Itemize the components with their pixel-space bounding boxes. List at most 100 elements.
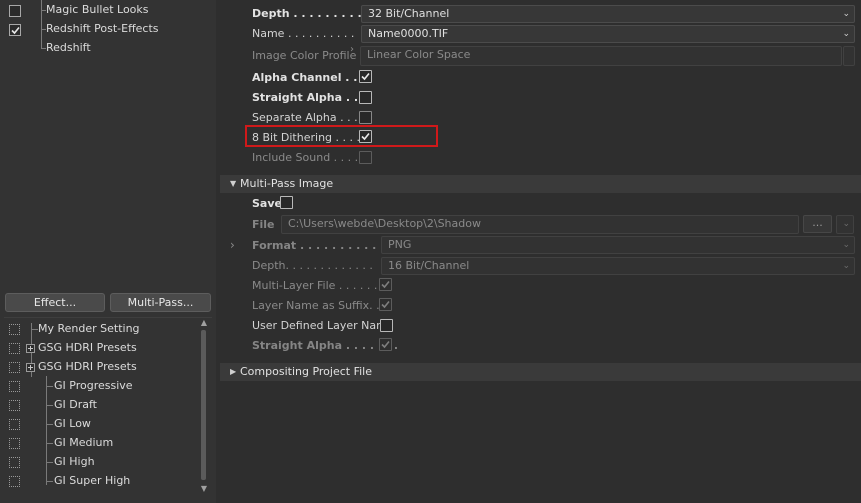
color-profile-extra[interactable] <box>843 46 855 66</box>
file-options-dropdown[interactable]: ⌄ <box>836 215 854 234</box>
render-setting-marker-icon <box>9 324 20 335</box>
render-setting-label: GSG HDRI Presets <box>38 360 137 373</box>
render-setting-item[interactable]: GI Super High <box>4 472 200 491</box>
render-setting-marker-icon <box>9 400 20 411</box>
render-setting-label: GI Low <box>54 417 91 430</box>
collapse-icon[interactable] <box>26 363 35 372</box>
render-setting-marker-icon <box>9 362 20 373</box>
multipass-button[interactable]: Multi-Pass... <box>110 293 211 312</box>
check-icon <box>11 26 20 35</box>
chevron-right-icon: › <box>350 44 354 55</box>
multipass-save-label: Save <box>252 197 282 210</box>
chevron-down-icon: ⌄ <box>842 240 850 250</box>
render-setting-marker-icon <box>9 343 20 354</box>
render-setting-label: GI Medium <box>54 436 114 449</box>
render-setting-label: GI Progressive <box>54 379 133 392</box>
post-effect-label: Magic Bullet Looks <box>46 3 149 16</box>
render-setting-label: GI Super High <box>54 474 131 487</box>
name-value: Name0000.TIF <box>368 27 449 40</box>
scroll-down-icon[interactable]: ▼ <box>199 484 209 493</box>
render-setting-item[interactable]: GSG HDRI Presets <box>4 358 200 377</box>
render-setting-label: GI High <box>54 455 95 468</box>
chevron-down-icon: ⌄ <box>842 261 850 271</box>
render-setting-marker-icon <box>9 476 20 487</box>
multilayer-checkbox[interactable] <box>379 278 392 291</box>
alpha-channel-label: Alpha Channel . . . <box>252 71 366 84</box>
render-setting-label: GI Draft <box>54 398 97 411</box>
scrollbar-thumb[interactable] <box>201 330 206 480</box>
multipass-depth-label: Depth. . . . . . . . . . . . . <box>252 259 373 272</box>
tree-scrollbar[interactable]: ▲ ▼ <box>199 318 209 496</box>
multipass-save-checkbox[interactable] <box>280 196 293 209</box>
layer-name-suffix-checkbox[interactable] <box>379 298 392 311</box>
chevron-down-icon: ⌄ <box>842 9 850 19</box>
depth-value: 32 Bit/Channel <box>368 7 450 20</box>
render-setting-marker-icon <box>9 438 20 449</box>
include-sound-label: Include Sound . . . . <box>252 151 359 164</box>
multipass-straight-alpha-label: Straight Alpha . . . . . . . <box>252 339 399 352</box>
check-icon <box>381 340 390 349</box>
render-setting-item[interactable]: My Render Setting <box>4 320 200 339</box>
compositing-section-title: Compositing Project File <box>240 365 372 378</box>
render-setting-item[interactable]: GI Low <box>4 415 200 434</box>
render-setting-label: GSG HDRI Presets <box>38 341 137 354</box>
render-setting-marker-icon <box>9 381 20 392</box>
render-setting-item[interactable]: GSG HDRI Presets <box>4 339 200 358</box>
render-settings-tree: My Render Setting GSG HDRI Presets GSG H… <box>4 317 212 503</box>
render-setting-marker-icon <box>9 457 20 468</box>
include-sound-checkbox[interactable] <box>359 151 372 164</box>
compositing-section-header[interactable]: ▶ Compositing Project File <box>220 363 861 381</box>
multipass-format-value: PNG <box>388 238 412 251</box>
scroll-up-icon[interactable]: ▲ <box>199 318 209 327</box>
user-defined-layer-label: User Defined Layer Name <box>252 319 394 332</box>
name-label: Name . . . . . . . . . . <box>252 27 355 40</box>
color-profile-value: Linear Color Space <box>367 48 471 61</box>
render-setting-item[interactable]: GI Draft <box>4 396 200 415</box>
multipass-section-title: Multi-Pass Image <box>240 177 334 190</box>
color-profile-dropdown[interactable]: Linear Color Space ⌄ <box>360 46 842 66</box>
file-browse-button[interactable]: ... <box>803 215 832 233</box>
post-effect-label: Redshift Post-Effects <box>46 22 159 35</box>
post-effect-item-magic-bullet[interactable]: Magic Bullet Looks <box>4 1 214 20</box>
chevron-down-icon: ⌄ <box>842 219 850 229</box>
render-setting-item[interactable]: GI Progressive <box>4 377 200 396</box>
render-setting-marker-icon <box>9 419 20 430</box>
expand-icon[interactable] <box>26 344 35 353</box>
post-effect-checkbox[interactable] <box>9 5 21 17</box>
multilayer-label: Multi-Layer File . . . . . . <box>252 279 378 292</box>
render-setting-label: My Render Setting <box>38 322 140 335</box>
triangle-down-icon: ▼ <box>230 179 237 188</box>
render-setting-item[interactable]: GI Medium <box>4 434 200 453</box>
multipass-depth-dropdown[interactable]: 16 Bit/Channel ⌄ <box>381 257 855 275</box>
post-effect-item-redshift[interactable]: Redshift <box>4 39 214 58</box>
separate-alpha-label: Separate Alpha . . . <box>252 111 358 124</box>
post-effect-item-redshift-post[interactable]: Redshift Post-Effects <box>4 20 214 39</box>
separate-alpha-checkbox[interactable] <box>359 111 372 124</box>
multipass-file-value: C:\Users\webde\Desktop\2\Shadow <box>288 217 481 230</box>
name-dropdown[interactable]: Name0000.TIF ⌄ <box>361 25 855 43</box>
multipass-format-label: Format . . . . . . . . . . . <box>252 239 385 252</box>
multipass-section-header[interactable]: ▼ Multi-Pass Image <box>220 175 861 193</box>
alpha-channel-checkbox[interactable] <box>359 70 372 83</box>
straight-alpha-checkbox[interactable] <box>359 91 372 104</box>
post-effect-label: Redshift <box>46 41 91 54</box>
layer-name-suffix-label: Layer Name as Suffix. . . <box>252 299 387 312</box>
chevron-down-icon: ⌄ <box>842 29 850 39</box>
multipass-straight-alpha-checkbox[interactable] <box>379 338 392 351</box>
triangle-right-icon: ▶ <box>230 367 237 376</box>
depth-dropdown[interactable]: 32 Bit/Channel ⌄ <box>361 5 855 23</box>
user-defined-layer-checkbox[interactable] <box>380 319 393 332</box>
color-profile-label: Image Color Profile <box>252 49 357 62</box>
chevron-right-icon[interactable]: › <box>230 238 235 252</box>
multipass-format-dropdown[interactable]: PNG ⌄ <box>381 236 855 254</box>
highlight-box <box>245 125 438 147</box>
effect-button[interactable]: Effect... <box>5 293 105 312</box>
render-setting-item[interactable]: GI High <box>4 453 200 472</box>
multipass-depth-value: 16 Bit/Channel <box>388 259 470 272</box>
depth-label: Depth . . . . . . . . . <box>252 7 362 20</box>
post-effects-list: Magic Bullet Looks Redshift Post-Effects… <box>4 0 216 288</box>
check-icon <box>381 300 390 309</box>
check-icon <box>381 280 390 289</box>
multipass-file-input[interactable]: C:\Users\webde\Desktop\2\Shadow <box>281 215 799 234</box>
post-effect-checkbox[interactable] <box>9 24 21 36</box>
